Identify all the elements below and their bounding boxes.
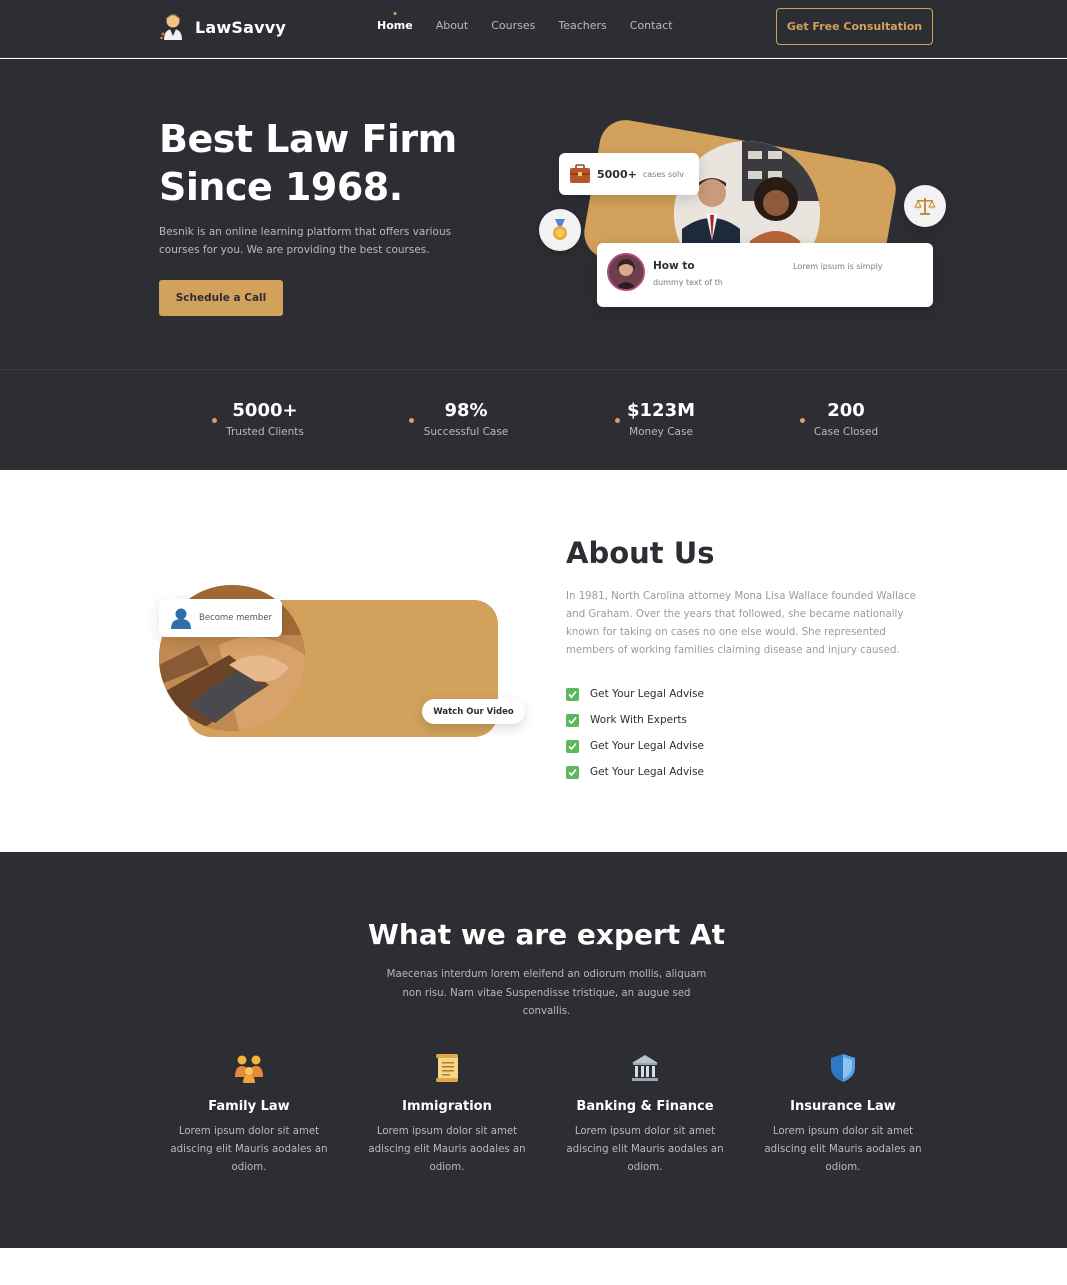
hero-section: Best Law Firm Since 1968. Besnik is an o… [0, 59, 1067, 369]
stat-label: Case Closed [813, 426, 879, 438]
site-header: LawSavvy Home About Courses Teachers Con… [0, 0, 1067, 58]
card-insurance-law[interactable]: Insurance Law Lorem ipsum dolor sit amet… [753, 1052, 933, 1177]
checklist-item: Work With Experts [566, 707, 704, 733]
hero-subtitle: Besnik is an online learning platform th… [159, 226, 452, 256]
schedule-call-button[interactable]: Schedule a Call [159, 280, 283, 316]
checklist-item: Get Your Legal Advise [566, 759, 704, 785]
stat-dot [212, 418, 217, 423]
card-title: Family Law [208, 1099, 290, 1114]
stat-value: $123M [627, 400, 696, 421]
nav-teachers[interactable]: Teachers [558, 19, 606, 32]
stat-label: Money Case [629, 426, 693, 438]
about-checklist: Get Your Legal Advise Work With Experts … [566, 681, 704, 785]
card-banking-finance[interactable]: Banking & Finance Lorem ipsum dolor sit … [555, 1052, 735, 1177]
hero-illustration: 5000+ cases solv How to Lorem ipsum is s… [538, 116, 958, 379]
card-text: Lorem ipsum dolor sit amet adiscing elit… [764, 1126, 922, 1173]
expertise-title: What we are expert At [368, 918, 725, 951]
stat-dot [409, 418, 414, 423]
user-icon [171, 608, 191, 629]
card-title: Immigration [402, 1099, 492, 1114]
logo[interactable]: LawSavvy [159, 12, 286, 42]
stat-dot [800, 418, 805, 423]
page-bottom [0, 1248, 1067, 1285]
check-icon [566, 687, 579, 701]
about-section: Become member Watch Our Video About Us I… [0, 470, 1067, 852]
checklist-label: Get Your Legal Advise [590, 688, 705, 700]
stat-money-case: $123M Money Case [615, 400, 696, 438]
scale-badge [904, 185, 946, 227]
nav-contact[interactable]: Contact [630, 19, 673, 32]
cases-count: 5000+ [597, 167, 637, 181]
lawyer-icon [160, 14, 182, 40]
shield-icon [827, 1052, 859, 1084]
card-text: Lorem ipsum dolor sit amet adiscing elit… [368, 1126, 526, 1173]
medal-icon [553, 219, 567, 240]
expertise-subtitle: Maecenas interdum lorem eleifend an odio… [386, 969, 707, 1017]
check-icon [566, 765, 579, 779]
become-member-card[interactable]: Become member [159, 599, 282, 637]
card-title: Insurance Law [790, 1099, 896, 1114]
testimonial-text-right: Lorem ipsum is simply [793, 262, 883, 271]
avatar-image [609, 255, 643, 289]
card-text: Lorem ipsum dolor sit amet adiscing elit… [170, 1126, 328, 1173]
testimonial-text: dummy text of th [653, 278, 723, 287]
card-family-law[interactable]: Family Law Lorem ipsum dolor sit amet ad… [159, 1052, 339, 1177]
free-consultation-button[interactable]: Get Free Consultation [776, 8, 933, 45]
check-icon [566, 713, 579, 727]
watch-video-button[interactable]: Watch Our Video [422, 699, 525, 724]
testimonial-avatar [607, 253, 645, 291]
checklist-item: Get Your Legal Advise [566, 681, 704, 707]
checklist-label: Get Your Legal Advise [590, 740, 705, 752]
card-title: Banking & Finance [576, 1099, 714, 1114]
stat-label: Trusted Clients [226, 426, 304, 438]
briefcase-icon [570, 164, 590, 183]
bank-icon [629, 1052, 661, 1084]
nav-courses[interactable]: Courses [491, 19, 535, 32]
expertise-section: What we are expert At Maecenas interdum … [0, 852, 1067, 1248]
nav-about[interactable]: About [436, 19, 469, 32]
about-title: About Us [566, 536, 715, 570]
scroll-icon [431, 1052, 463, 1084]
justice-scale-icon [914, 198, 936, 215]
nav-home[interactable]: Home [377, 19, 413, 32]
check-icon [566, 739, 579, 753]
card-immigration[interactable]: Immigration Lorem ipsum dolor sit amet a… [357, 1052, 537, 1177]
stat-value: 98% [444, 400, 488, 421]
hero-title: Best Law Firm Since 1968. [159, 117, 457, 209]
card-text: Lorem ipsum dolor sit amet adiscing elit… [566, 1126, 724, 1173]
stat-successful-case: 98% Successful Case [409, 400, 511, 438]
cases-solved-card: 5000+ cases solv [559, 153, 699, 195]
cases-label: cases solv [642, 169, 684, 179]
checklist-label: Work With Experts [590, 714, 687, 726]
stat-label: Successful Case [423, 426, 509, 438]
stat-trusted-clients: 5000+ Trusted Clients [212, 400, 305, 438]
become-member-label: Become member [199, 613, 273, 623]
brand-name: LawSavvy [195, 17, 286, 37]
main-nav: Home About Courses Teachers Contact [377, 19, 696, 32]
about-text: In 1981, North Carolina attorney Mona Li… [566, 591, 916, 656]
stat-value: 200 [827, 400, 865, 421]
stat-value: 5000+ [232, 400, 298, 421]
stat-case-closed: 200 Case Closed [800, 400, 880, 438]
stats-section: 5000+ Trusted Clients 98% Successful Cas… [0, 369, 1067, 470]
testimonial-card: How to Lorem ipsum is simply dummy text … [597, 243, 933, 307]
checklist-label: Get Your Legal Advise [590, 766, 705, 778]
medal-badge [539, 209, 581, 251]
checklist-item: Get Your Legal Advise [566, 733, 704, 759]
stat-dot [615, 418, 620, 423]
testimonial-title: How to [653, 260, 695, 272]
family-icon [233, 1052, 265, 1084]
